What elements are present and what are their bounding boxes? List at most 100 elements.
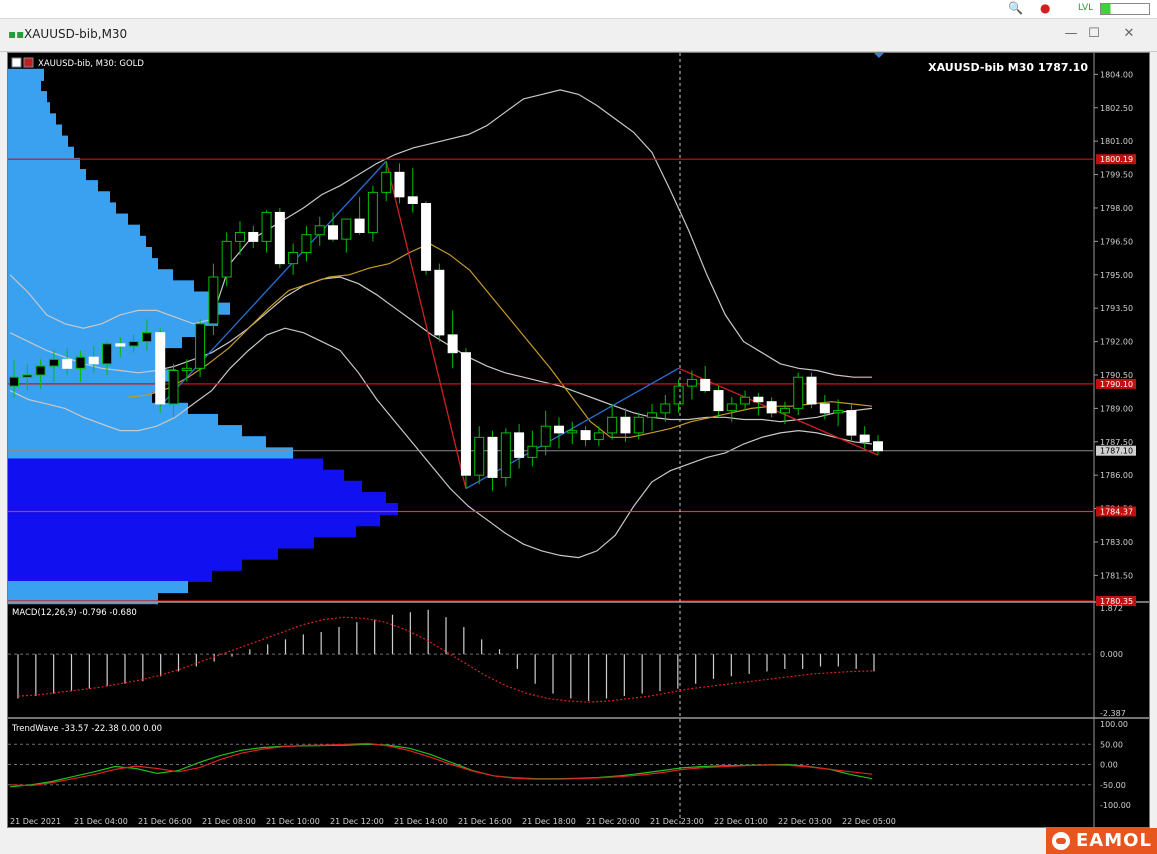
battery-icon <box>1100 3 1150 15</box>
chart-area[interactable]: 1804.00 1802.50 1801.00 1799.50 1798.00 1796.… <box>7 52 1150 828</box>
price-tick-label: 1799.50 <box>1100 171 1133 180</box>
candle-body <box>407 196 418 205</box>
candle-body <box>859 434 870 443</box>
time-axis-label: 21 Dec 20:00 <box>586 817 640 826</box>
time-axis-label: 21 Dec 14:00 <box>394 817 448 826</box>
candle-body <box>620 416 631 434</box>
candle-body <box>487 436 498 478</box>
candle-body <box>460 352 471 476</box>
candle-body <box>354 218 365 233</box>
volume-profile-bar <box>8 547 278 560</box>
eamol-logo: EAMOL <box>1046 828 1157 854</box>
candle-body <box>593 432 604 441</box>
trendwave-tick-label: 50.00 <box>1100 740 1123 749</box>
volume-profile-bar <box>8 324 203 338</box>
candle-body <box>102 343 113 365</box>
candle-body <box>660 403 671 414</box>
trendwave-tick-label: 100.00 <box>1100 720 1128 729</box>
price-tick-label: 1781.50 <box>1100 571 1133 580</box>
close-button[interactable]: ✕ <box>1120 25 1138 43</box>
price-tick-label: 1796.50 <box>1100 237 1133 246</box>
candle-body <box>248 231 259 242</box>
volume-profile-bar <box>8 224 140 237</box>
candle-body <box>261 211 272 242</box>
candle-body <box>394 171 405 198</box>
candle-body <box>753 396 764 403</box>
candle-body <box>328 225 339 240</box>
volume-profile-bar <box>8 380 164 393</box>
candle-body <box>580 430 591 441</box>
volume-profile-bar <box>8 458 323 471</box>
candle-body <box>713 390 724 412</box>
candle-body <box>301 234 312 254</box>
volume-profile-bar <box>8 191 110 204</box>
candle-body <box>633 416 644 434</box>
trendwave-title: TrendWave -33.57 -22.38 0.00 0.00 <box>11 724 162 734</box>
search-icon[interactable]: 🔍 <box>1008 0 1023 16</box>
candle-body <box>9 376 19 387</box>
candle-body <box>514 432 525 458</box>
candle-body <box>421 203 432 271</box>
candle-body <box>128 341 139 347</box>
candle-body <box>75 356 86 369</box>
volume-profile-bar <box>8 213 128 226</box>
price-tick-label: 1790.50 <box>1100 371 1133 380</box>
candle-body <box>195 323 206 369</box>
chart-canvas[interactable]: 1804.00 1802.50 1801.00 1799.50 1798.00 1796.… <box>8 53 1149 827</box>
price-tick-label: 1798.00 <box>1100 204 1133 213</box>
candle-body <box>181 367 192 372</box>
price-tick-label: 1783.00 <box>1100 538 1133 547</box>
candle-body <box>793 376 804 409</box>
candle-body <box>208 276 219 325</box>
volume-profile-bar <box>8 79 41 93</box>
candle-body <box>766 401 777 414</box>
candle-body <box>35 365 46 376</box>
candle-body <box>779 407 790 414</box>
candle-body <box>88 356 99 365</box>
alert-icon[interactable]: ● <box>1040 0 1050 16</box>
candle-body <box>115 343 126 347</box>
time-axis-label: 21 Dec 12:00 <box>330 817 384 826</box>
volume-profile-bar <box>8 580 188 594</box>
window-title: XAUUSD-bib,M30 <box>24 27 128 41</box>
candle-body <box>873 441 883 452</box>
candle-body <box>553 425 564 434</box>
candle-body <box>607 416 618 434</box>
volume-profile-bar <box>8 124 62 137</box>
candle-body <box>447 334 458 354</box>
candle-body <box>527 445 538 458</box>
chart-symbol-icon <box>11 57 22 68</box>
volume-profile-bar <box>8 491 386 505</box>
volume-profile-bar <box>8 135 68 148</box>
volume-profile-bar <box>8 436 266 449</box>
volume-profile-bar <box>8 113 56 126</box>
time-axis-label: 21 Dec 23:00 <box>650 817 704 826</box>
candle-body <box>155 332 166 405</box>
candle-body <box>806 376 817 405</box>
volume-profile-bar <box>8 503 398 516</box>
time-axis-label: 22 Dec 03:00 <box>778 817 832 826</box>
candle-body <box>726 403 737 412</box>
candle-body <box>168 370 179 405</box>
volume-profile-bar <box>8 347 164 360</box>
time-axis-label: 21 Dec 10:00 <box>266 817 320 826</box>
moving-average-line <box>127 242 873 438</box>
signal-icon[interactable]: LVL <box>1078 0 1093 16</box>
maximize-button[interactable]: ☐ <box>1085 25 1103 43</box>
volume-profile-bar <box>8 102 50 115</box>
volume-profile-bar <box>8 480 362 493</box>
candle-body <box>381 171 392 193</box>
volume-profile-bar <box>8 469 344 482</box>
price-tick-label: 1792.00 <box>1100 338 1133 347</box>
chart-header-text: XAUUSD-bib, M30: GOLD <box>38 59 144 69</box>
candle-body <box>314 225 325 236</box>
volume-profile-bar <box>8 280 194 293</box>
macd-title: MACD(12,26,9) -0.796 -0.680 <box>12 608 137 618</box>
candle-body <box>234 231 245 242</box>
price-tick-label: 1801.00 <box>1100 137 1133 146</box>
candle-body <box>274 211 285 265</box>
time-axis-label: 21 Dec 06:00 <box>138 817 192 826</box>
level-price-label: 1790.10 <box>1100 380 1133 389</box>
minimize-button[interactable]: — <box>1062 25 1080 43</box>
candle-body <box>673 385 684 405</box>
